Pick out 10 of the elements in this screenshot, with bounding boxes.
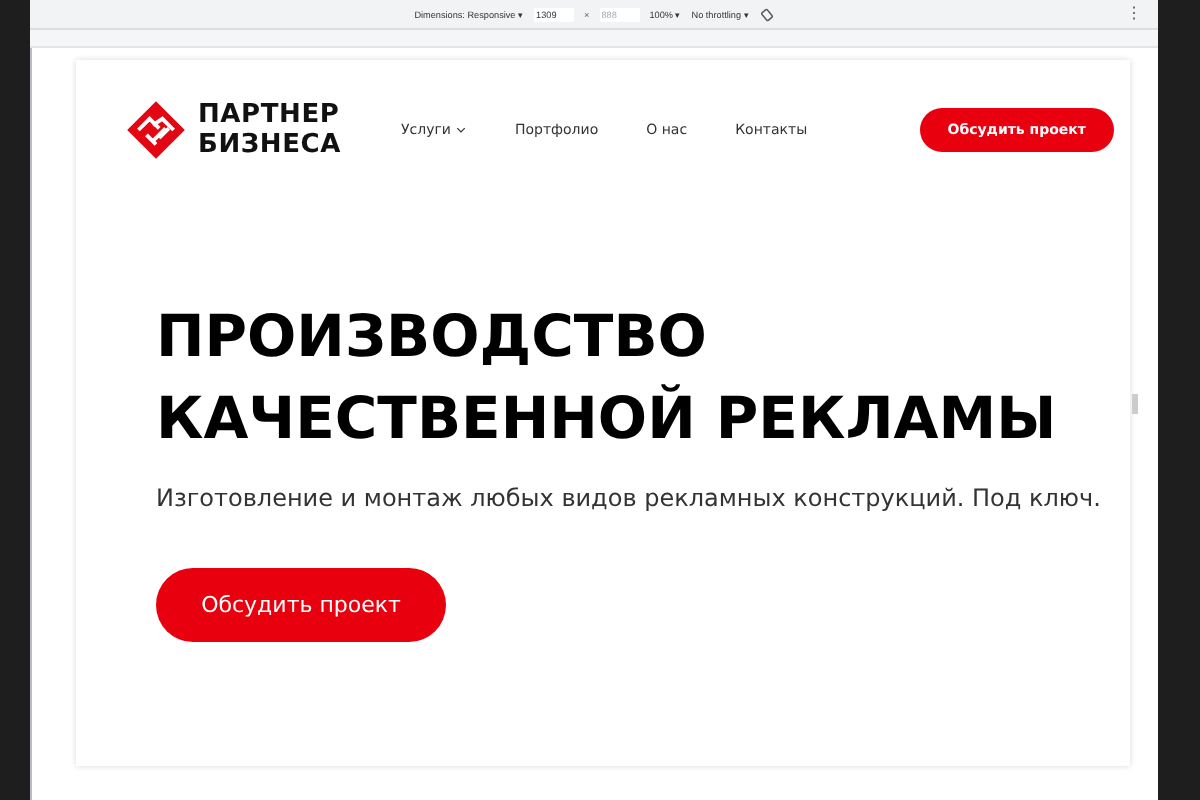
more-button[interactable]: ⋮ (1126, 4, 1142, 22)
hero-subtitle: Изготовление и монтаж любых видов рекламных конструкций. Под ключ. (156, 484, 1101, 512)
hero-title: ПРОИЗВОДСТВО КАЧЕСТВЕННОЙ РЕКЛАМЫ (156, 300, 1057, 456)
handshake-logo-icon (124, 98, 188, 162)
scrollbar-thumb[interactable] (1132, 394, 1138, 414)
rotate-icon[interactable] (759, 7, 774, 21)
logo-text: БИЗНЕСА (198, 130, 341, 160)
chevron-down-icon (456, 126, 467, 134)
discuss-project-button[interactable]: Обсудить проект (156, 568, 446, 642)
logo-text: ПАРТНЕР (198, 100, 341, 130)
